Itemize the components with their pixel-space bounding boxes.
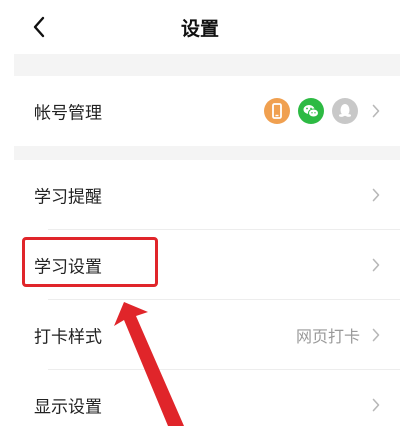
checkin-style-label: 打卡样式 [34,327,102,348]
annotation-highlight-box [22,237,158,287]
study-reminder-label: 学习提醒 [34,187,102,208]
study-reminder-row[interactable]: 学习提醒 [14,160,400,230]
page-title: 设置 [180,18,219,40]
phone-icon [264,98,290,124]
checkin-style-value: 网页打卡 [295,327,360,346]
wechat-icon [298,98,324,124]
chevron-right-icon [372,188,380,202]
account-management-label: 帐号管理 [34,103,102,124]
account-management-row[interactable]: 帐号管理 [14,76,400,146]
qq-icon [332,98,358,124]
chevron-right-icon [372,104,380,118]
display-settings-label: 显示设置 [34,397,102,418]
section-separator [14,54,400,76]
checkin-style-row[interactable]: 打卡样式 网页打卡 [14,300,400,370]
chevron-right-icon [372,258,380,272]
display-settings-row[interactable]: 显示设置 [14,370,400,426]
chevron-right-icon [372,328,380,342]
nav-bar: 设置 [0,0,400,54]
chevron-right-icon [372,398,380,412]
linked-accounts [264,98,358,124]
